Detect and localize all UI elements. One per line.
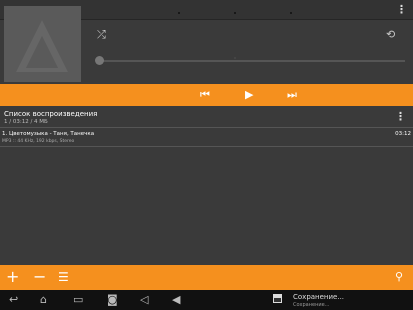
repeat-icon[interactable]: ⟲: [386, 29, 395, 41]
app-logo-icon: [16, 20, 68, 72]
sort-icon[interactable]: ☰: [58, 269, 69, 285]
recent-apps-icon[interactable]: ▭: [73, 293, 83, 306]
skip-previous-icon[interactable]: ⏮: [200, 88, 210, 102]
track-title: 1. Цветомузыка - Таня, Танечка: [2, 131, 95, 137]
play-icon[interactable]: ▶: [245, 88, 253, 102]
screenshot-icon[interactable]: ◙: [107, 293, 118, 306]
notification-title: Сохранение...: [293, 293, 345, 301]
home-icon[interactable]: ⌂: [40, 293, 47, 306]
indicator-dot: [234, 12, 236, 14]
search-icon[interactable]: ⚲: [395, 269, 403, 285]
transport-bar: ⏮ ▶ ⏭: [0, 84, 413, 106]
track-duration: 03:12: [395, 131, 411, 137]
playlist-summary: 1 / 03:12 / 4 МБ: [4, 119, 48, 125]
plus-icon[interactable]: +: [6, 269, 19, 285]
seek-marker: [234, 57, 236, 59]
image-icon: [273, 294, 282, 303]
minus-icon[interactable]: −: [33, 269, 46, 285]
indicator-dot: [290, 12, 292, 14]
album-art: [4, 6, 81, 82]
playlist-menu-icon[interactable]: ⋮: [395, 111, 406, 122]
notification-subtitle: Сохранение...: [293, 302, 330, 308]
indicator-dot: [178, 12, 180, 14]
back-icon[interactable]: ↩: [9, 293, 18, 306]
overflow-menu-icon[interactable]: ⋮: [396, 4, 407, 15]
seek-handle[interactable]: [95, 56, 104, 65]
skip-next-icon[interactable]: ⏭: [287, 88, 297, 102]
system-navbar: ↩ ⌂ ▭ ◙ ◁ ◀: [0, 290, 413, 310]
volume-down-icon[interactable]: ◁: [140, 293, 148, 306]
playlist-title: Список воспроизведения: [4, 110, 98, 118]
bottom-toolbar: + − ☰ ⚲: [0, 265, 413, 290]
track-info: MP3 :: 44 KHz, 192 kbps, Stereo: [2, 139, 75, 144]
shuffle-icon[interactable]: ⤮: [97, 29, 106, 41]
volume-up-icon[interactable]: ◀: [172, 293, 180, 306]
seek-bar[interactable]: [100, 60, 405, 62]
